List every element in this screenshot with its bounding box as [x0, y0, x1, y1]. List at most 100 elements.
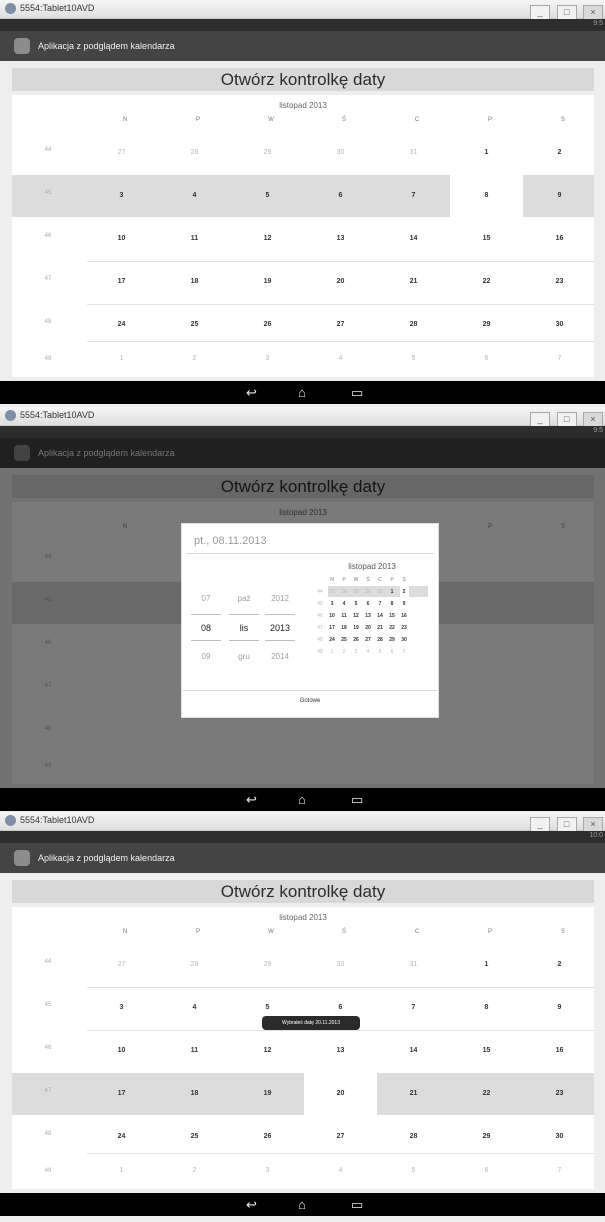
mini-day[interactable]: 15: [388, 613, 396, 619]
mini-day[interactable]: 30: [400, 637, 408, 643]
calendar-day[interactable]: 3: [85, 987, 158, 1029]
calendar-day[interactable]: 4: [304, 341, 377, 377]
back-icon[interactable]: ↩: [246, 386, 257, 399]
calendar-day[interactable]: 27: [85, 944, 158, 986]
mini-day[interactable]: 5: [376, 649, 384, 655]
calendar-day[interactable]: 18: [158, 261, 231, 303]
minimize-button[interactable]: _: [530, 5, 551, 20]
calendar-day[interactable]: 5: [231, 175, 304, 217]
maximize-button[interactable]: □: [556, 817, 577, 832]
mini-day[interactable]: 8: [388, 601, 396, 607]
calendar-day[interactable]: 19: [231, 1073, 304, 1115]
mini-day[interactable]: 25: [340, 637, 348, 643]
calendar-day[interactable]: 30: [523, 1116, 596, 1158]
mini-day[interactable]: 3: [352, 649, 360, 655]
calendar-day[interactable]: 9: [523, 175, 596, 217]
mini-day[interactable]: 27: [364, 637, 372, 643]
calendar-day[interactable]: 6: [450, 341, 523, 377]
calendar-day[interactable]: 22: [450, 1073, 523, 1115]
calendar-day[interactable]: 28: [158, 132, 231, 174]
mini-day[interactable]: 7: [400, 649, 408, 655]
calendar-day[interactable]: 13: [304, 1030, 377, 1072]
calendar-day[interactable]: 31: [377, 944, 450, 986]
calendar-day[interactable]: 23: [523, 261, 596, 303]
calendar-day[interactable]: 7: [523, 1153, 596, 1189]
calendar-day[interactable]: 1: [450, 944, 523, 986]
mini-day[interactable]: 2: [400, 589, 408, 595]
calendar-day[interactable]: 28: [158, 944, 231, 986]
mini-day[interactable]: 14: [376, 613, 384, 619]
calendar-day[interactable]: 29: [450, 304, 523, 346]
open-date-control-button[interactable]: Otwórz kontrolkę daty: [12, 880, 594, 903]
calendar-day[interactable]: 27: [304, 304, 377, 346]
recent-apps-icon[interactable]: ▭: [351, 386, 363, 399]
year-spinner-next[interactable]: 2014: [266, 652, 294, 661]
calendar-day[interactable]: 14: [377, 1030, 450, 1072]
calendar-day[interactable]: 16: [523, 218, 596, 260]
calendar-day[interactable]: 12: [231, 218, 304, 260]
mini-day[interactable]: 7: [376, 601, 384, 607]
calendar-day[interactable]: 26: [231, 304, 304, 346]
calendar-view[interactable]: listopad 2013 N P W Ś C P S 44 27 28 29 …: [12, 95, 594, 377]
maximize-button[interactable]: □: [556, 5, 577, 20]
selected-calendar-day[interactable]: 20: [304, 1073, 377, 1115]
calendar-day[interactable]: 3: [231, 341, 304, 377]
calendar-day[interactable]: 7: [377, 987, 450, 1029]
calendar-day[interactable]: 27: [85, 132, 158, 174]
mini-day[interactable]: 18: [340, 625, 348, 631]
calendar-day[interactable]: 17: [85, 261, 158, 303]
calendar-day[interactable]: 5: [377, 1153, 450, 1189]
month-spinner-current[interactable]: lis: [230, 623, 258, 633]
mini-day[interactable]: 4: [364, 649, 372, 655]
mini-day[interactable]: 10: [328, 613, 336, 619]
calendar-day[interactable]: 18: [158, 1073, 231, 1115]
calendar-day[interactable]: 31: [377, 132, 450, 174]
calendar-day[interactable]: 20: [304, 261, 377, 303]
mini-day[interactable]: 26: [352, 637, 360, 643]
mini-day[interactable]: 2: [340, 649, 348, 655]
calendar-day[interactable]: 26: [231, 1116, 304, 1158]
calendar-day[interactable]: 1: [85, 1153, 158, 1189]
calendar-day[interactable]: 9: [523, 987, 596, 1029]
mini-day[interactable]: 6: [364, 601, 372, 607]
calendar-day[interactable]: 11: [158, 218, 231, 260]
open-date-control-button[interactable]: Otwórz kontrolkę daty: [12, 68, 594, 91]
calendar-day[interactable]: 30: [523, 304, 596, 346]
mini-day[interactable]: 28: [340, 589, 348, 595]
calendar-day[interactable]: 7: [523, 341, 596, 377]
recent-apps-icon[interactable]: ▭: [351, 1198, 363, 1211]
mini-day[interactable]: 28: [376, 637, 384, 643]
calendar-day[interactable]: 10: [85, 218, 158, 260]
calendar-day[interactable]: 4: [158, 175, 231, 217]
mini-day[interactable]: 1: [388, 589, 396, 595]
mini-day[interactable]: 22: [388, 625, 396, 631]
home-icon[interactable]: ⌂: [298, 386, 306, 399]
mini-day[interactable]: 17: [328, 625, 336, 631]
year-spinner-prev[interactable]: 2012: [266, 594, 294, 603]
calendar-day[interactable]: 15: [450, 218, 523, 260]
calendar-day[interactable]: 28: [377, 304, 450, 346]
calendar-day[interactable]: 25: [158, 1116, 231, 1158]
mini-day[interactable]: 21: [376, 625, 384, 631]
month-spinner-prev[interactable]: paź: [230, 594, 258, 603]
calendar-day[interactable]: 2: [523, 944, 596, 986]
calendar-day[interactable]: 6: [450, 1153, 523, 1189]
selected-calendar-day[interactable]: 8: [450, 175, 523, 217]
recent-apps-icon[interactable]: ▭: [351, 793, 363, 806]
calendar-day[interactable]: 27: [304, 1116, 377, 1158]
minimize-button[interactable]: _: [530, 817, 551, 832]
mini-day[interactable]: 30: [364, 589, 372, 595]
mini-day[interactable]: 9: [400, 601, 408, 607]
mini-day[interactable]: 19: [352, 625, 360, 631]
mini-day[interactable]: 27: [328, 589, 336, 595]
calendar-day[interactable]: 16: [523, 1030, 596, 1072]
mini-day[interactable]: 13: [364, 613, 372, 619]
mini-day[interactable]: 12: [352, 613, 360, 619]
calendar-day[interactable]: 1: [450, 132, 523, 174]
calendar-day[interactable]: 1: [85, 341, 158, 377]
calendar-day[interactable]: 29: [231, 132, 304, 174]
calendar-day[interactable]: 12: [231, 1030, 304, 1072]
calendar-day[interactable]: 30: [304, 132, 377, 174]
day-spinner-next[interactable]: 09: [192, 652, 220, 661]
mini-day[interactable]: 23: [400, 625, 408, 631]
